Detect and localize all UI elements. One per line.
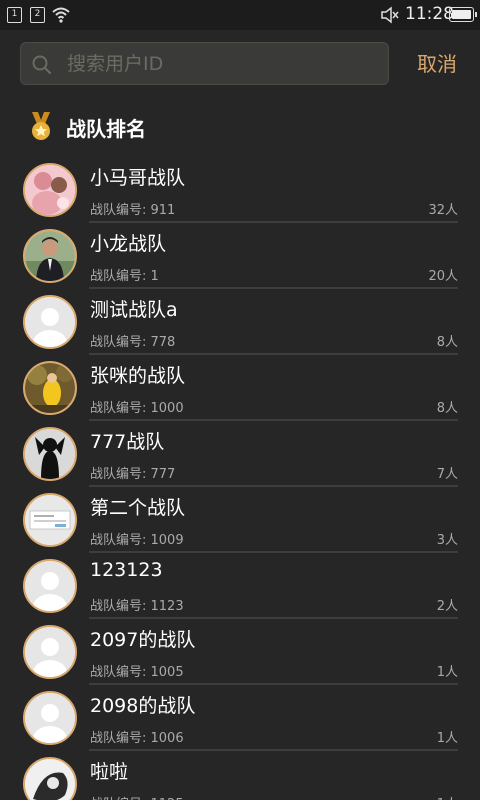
team-member-count: 20人	[428, 269, 458, 284]
team-name: 123123	[90, 559, 163, 581]
team-member-count: 8人	[436, 335, 458, 350]
team-name: 啦啦	[90, 761, 129, 783]
status-time: 11:28	[405, 4, 454, 24]
team-row[interactable]: 777战队战队编号: 777 7人	[0, 421, 480, 487]
sim2-icon: 2	[30, 7, 45, 23]
team-row[interactable]: 123123 战队编号: 1123 2人	[0, 553, 480, 619]
team-number: 战队编号: 1006	[90, 731, 184, 746]
team-avatar	[23, 427, 77, 481]
team-member-count: 3人	[436, 533, 458, 548]
search-box[interactable]	[20, 42, 389, 85]
cancel-button[interactable]: 取消	[405, 49, 469, 79]
team-row[interactable]: 小龙战队战队编号: 1 20人	[0, 223, 480, 289]
team-number: 战队编号: 1	[90, 269, 159, 284]
team-number: 战队编号: 1000	[90, 401, 184, 416]
team-avatar	[23, 361, 77, 415]
team-row[interactable]: 第二个战队战队编号: 1009 3人	[0, 487, 480, 553]
team-number: 战队编号: 911	[90, 203, 176, 218]
team-number: 战队编号: 1005	[90, 665, 184, 680]
team-row[interactable]: 张咪的战队战队编号: 1000 8人	[0, 355, 480, 421]
team-avatar	[23, 493, 77, 547]
section-title: 战队排名	[66, 116, 146, 141]
mute-icon	[381, 6, 399, 24]
team-name: 777战队	[90, 431, 165, 453]
team-avatar	[23, 757, 77, 800]
team-row[interactable]: 测试战队a 战队编号: 778 8人	[0, 289, 480, 355]
team-list[interactable]: 小马哥战队战队编号: 911 32人小龙战队战队编号: 1 20人测试战队a 战队编号…	[0, 157, 480, 800]
team-name: 2098的战队	[90, 695, 196, 717]
team-name: 小龙战队	[90, 233, 167, 255]
team-member-count: 1人	[436, 665, 458, 680]
team-avatar	[23, 229, 77, 283]
team-name: 张咪的战队	[90, 365, 186, 387]
team-number: 战队编号: 1123	[90, 599, 184, 614]
team-avatar	[23, 163, 77, 217]
team-avatar	[23, 559, 77, 613]
team-member-count: 7人	[436, 467, 458, 482]
search-input[interactable]	[67, 43, 377, 84]
team-number: 战队编号: 777	[90, 467, 176, 482]
team-name: 2097的战队	[90, 629, 196, 651]
team-avatar	[23, 625, 77, 679]
team-member-count: 32人	[428, 203, 458, 218]
team-name: 小马哥战队	[90, 167, 186, 189]
wifi-icon	[52, 7, 70, 23]
team-row[interactable]: 啦啦战队编号: 1125 1人	[0, 751, 480, 800]
team-row[interactable]: 2098的战队战队编号: 1006 1人	[0, 685, 480, 751]
battery-icon	[449, 7, 477, 22]
team-number: 战队编号: 778	[90, 335, 176, 350]
team-member-count: 8人	[436, 401, 458, 416]
team-row[interactable]: 2097的战队战队编号: 1005 1人	[0, 619, 480, 685]
team-row[interactable]: 小马哥战队战队编号: 911 32人	[0, 157, 480, 223]
team-avatar	[23, 295, 77, 349]
section-header: 战队排名	[28, 112, 146, 142]
team-number: 战队编号: 1125	[90, 793, 184, 800]
search-icon	[32, 55, 52, 75]
team-member-count: 2人	[436, 599, 458, 614]
team-member-count: 1人	[437, 793, 458, 800]
medal-icon	[32, 112, 50, 140]
team-member-count: 1人	[436, 731, 458, 746]
team-name: 第二个战队	[90, 497, 186, 519]
sim1-icon: 1	[7, 7, 22, 23]
team-name: 测试战队a	[90, 299, 178, 321]
team-number: 战队编号: 1009	[90, 533, 184, 548]
status-bar: 1 2 11:28	[0, 0, 480, 30]
team-avatar	[23, 691, 77, 745]
